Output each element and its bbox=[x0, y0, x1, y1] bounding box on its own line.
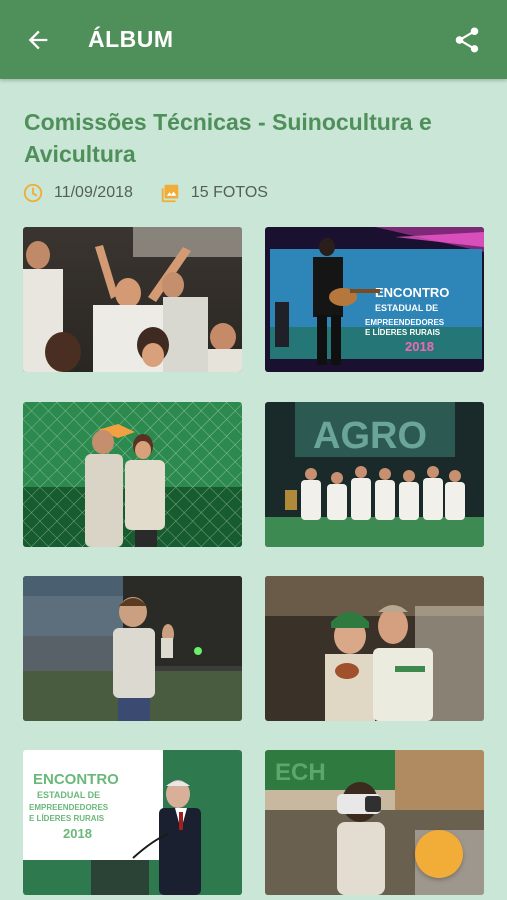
photo-guitarist-on-stage[interactable]: ENCONTRO ESTADUAL DE EMPREENDEDORES E LÍ… bbox=[265, 227, 484, 372]
album-meta: 11/09/2018 15 FOTOS bbox=[22, 180, 268, 206]
arrow-left-icon bbox=[28, 30, 48, 50]
svg-text:AGRO: AGRO bbox=[313, 415, 427, 457]
svg-text:ENCONTRO: ENCONTRO bbox=[375, 285, 449, 300]
svg-text:ESTADUAL DE: ESTADUAL DE bbox=[375, 303, 438, 313]
svg-text:2018: 2018 bbox=[63, 826, 92, 841]
svg-text:2018: 2018 bbox=[405, 339, 434, 354]
photo-crowd-celebrating[interactable] bbox=[23, 227, 242, 372]
back-button[interactable] bbox=[22, 24, 54, 56]
photo-library-icon bbox=[159, 182, 181, 204]
share-button[interactable] bbox=[450, 23, 484, 57]
photo-count: 15 FOTOS bbox=[190, 184, 268, 201]
clock-icon bbox=[22, 182, 44, 204]
share-icon bbox=[455, 27, 479, 53]
photo-couple-green-net[interactable] bbox=[23, 402, 242, 547]
photo-couple-with-cap[interactable] bbox=[265, 576, 484, 721]
album-date: 11/09/2018 bbox=[54, 184, 133, 201]
svg-text:E LÍDERES RURAIS: E LÍDERES RURAIS bbox=[29, 814, 105, 823]
photo-group-agro-sign[interactable]: AGRO bbox=[265, 402, 484, 547]
photo-speaker-podium[interactable]: ENCONTRO ESTADUAL DE EMPREENDEDORES E LÍ… bbox=[23, 750, 242, 895]
svg-text:ENCONTRO: ENCONTRO bbox=[33, 771, 119, 788]
app-bar: ÁLBUM bbox=[0, 0, 507, 79]
svg-text:ECH: ECH bbox=[275, 759, 326, 786]
svg-text:E LÍDERES RURAIS: E LÍDERES RURAIS bbox=[365, 328, 441, 337]
album-title: Comissões Técnicas - Suinocultura e Avic… bbox=[24, 109, 432, 167]
svg-text:EMPREENDEDORES: EMPREENDEDORES bbox=[365, 318, 445, 327]
svg-text:EMPREENDEDORES: EMPREENDEDORES bbox=[29, 803, 109, 812]
photo-boy-thumbs-up[interactable] bbox=[23, 576, 242, 721]
svg-text:ESTADUAL DE: ESTADUAL DE bbox=[37, 790, 100, 800]
floating-action-button[interactable] bbox=[415, 830, 463, 878]
page-title: ÁLBUM bbox=[88, 26, 174, 52]
